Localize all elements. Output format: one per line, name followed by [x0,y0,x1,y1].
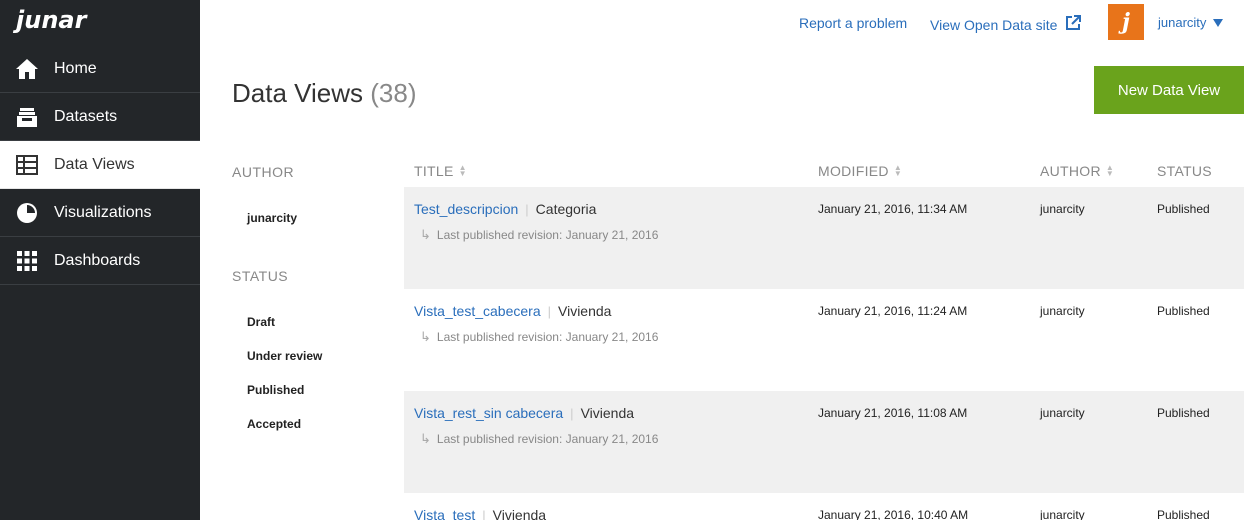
sidebar-item-label: Datasets [54,107,118,125]
sort-icon: ▲ ▼ [893,163,903,178]
sidebar-item-home[interactable]: Home [0,45,200,93]
pie-chart-icon [0,202,54,224]
revision-info: ↳ Last published revision: January 21, 2… [420,431,658,447]
sidebar-item-label: Home [54,59,97,77]
category-label: Vivienda [558,303,612,319]
page-title-text: Data Views [232,78,364,108]
data-view-title-link[interactable]: Vista_test_cabecera [414,303,541,319]
author-filter-heading: AUTHOR [232,164,295,180]
return-arrow-icon: ↳ [420,431,431,446]
status-value: Published [1157,508,1210,520]
status-filter-heading: STATUS [232,268,289,284]
column-header-label: TITLE [414,163,454,179]
external-link-icon [1065,15,1082,34]
column-header-title[interactable]: TITLE ▲ ▼ [414,163,467,179]
sidebar: junar Home Datasets Data Views Visualiza… [0,0,200,520]
table-icon [0,154,54,175]
row-title-cell: Vista_test_cabecera | Vivienda [414,303,611,319]
column-header-label: MODIFIED [818,163,889,179]
revision-text: Last published revision: January 21, 201… [436,228,659,242]
revision-info: ↳ Last published revision: January 21, 2… [420,329,658,345]
category-label: Vivienda [580,405,635,421]
status-filter-draft[interactable]: Draft [247,315,275,329]
separator: | [482,507,486,520]
data-view-title-link[interactable]: Vista_test [414,507,475,520]
item-count: (38) [370,78,417,108]
table-row: Vista_test | Vivienda January 21, 2016, … [404,493,1244,520]
return-arrow-icon: ↳ [420,227,431,242]
data-view-title-link[interactable]: Test_descripcion [414,201,518,217]
row-title-cell: Vista_rest_sin cabecera | Vivienda [414,405,634,421]
column-header-modified[interactable]: MODIFIED ▲ ▼ [818,163,902,179]
sidebar-item-dashboards[interactable]: Dashboards [0,237,200,285]
separator: | [547,303,551,319]
column-header-label: STATUS [1157,163,1212,179]
status-filter-published[interactable]: Published [247,383,304,397]
status-value: Published [1157,202,1210,216]
open-data-site-link[interactable]: View Open Data site [930,15,1082,34]
sidebar-item-data-views[interactable]: Data Views [0,141,200,189]
top-bar: Report a problem View Open Data site j j… [200,0,1250,46]
caret-down-icon [1213,15,1224,30]
table-row: Vista_test_cabecera | Vivienda ↳ Last pu… [404,289,1244,391]
column-header-status: STATUS [1157,163,1212,179]
modified-date: January 21, 2016, 11:34 AM [818,202,968,216]
status-filter-accepted[interactable]: Accepted [247,417,301,431]
table-row: Test_descripcion | Categoria ↳ Last publ… [404,187,1244,289]
revision-info: ↳ Last published revision: January 21, 2… [420,227,658,243]
inbox-tray-icon [0,106,54,128]
sort-icon: ▲ ▼ [458,163,467,178]
return-arrow-icon: ↳ [420,329,431,344]
home-icon [0,58,54,80]
sidebar-nav: Home Datasets Data Views Visualizations … [0,45,200,285]
sidebar-item-label: Visualizations [54,203,152,221]
status-value: Published [1157,406,1210,420]
modified-date: January 21, 2016, 11:08 AM [818,406,968,420]
separator: | [570,405,574,421]
sort-icon: ▲ ▼ [1105,163,1115,178]
column-header-label: AUTHOR [1040,163,1101,179]
separator: | [525,201,529,217]
author-name: junarcity [1040,406,1085,420]
logo-text: junar [16,6,87,34]
status-value: Published [1157,304,1210,318]
page-title: Data Views (38) [232,78,417,109]
user-menu[interactable]: junarcity [1158,15,1224,30]
open-data-site-label: View Open Data site [930,16,1058,33]
username: junarcity [1158,15,1207,30]
table-row: Vista_rest_sin cabecera | Vivienda ↳ Las… [404,391,1244,493]
sidebar-item-label: Dashboards [54,251,141,269]
sidebar-item-label: Data Views [54,155,135,173]
modified-date: January 21, 2016, 11:24 AM [818,304,968,318]
author-name: junarcity [1040,202,1085,216]
category-label: Categoria [535,201,597,217]
column-header-author[interactable]: AUTHOR ▲ ▼ [1040,163,1114,179]
report-problem-link[interactable]: Report a problem [799,15,907,31]
revision-text: Last published revision: January 21, 201… [436,330,659,344]
row-title-cell: Test_descripcion | Categoria [414,201,596,217]
author-name: junarcity [1040,508,1085,520]
sidebar-item-datasets[interactable]: Datasets [0,93,200,141]
grid-icon [0,250,54,271]
revision-text: Last published revision: January 21, 201… [436,432,659,446]
sidebar-item-visualizations[interactable]: Visualizations [0,189,200,237]
row-title-cell: Vista_test | Vivienda [414,507,546,520]
status-filter-under-review[interactable]: Under review [247,349,322,363]
new-data-view-button[interactable]: New Data View [1094,66,1244,114]
data-view-title-link[interactable]: Vista_rest_sin cabecera [414,405,563,421]
modified-date: January 21, 2016, 10:40 AM [818,508,969,520]
avatar[interactable]: j [1108,4,1144,40]
author-name: junarcity [1040,304,1085,318]
category-label: Vivienda [492,507,547,520]
author-filter-item[interactable]: junarcity [247,211,297,225]
junar-logo[interactable]: junar [16,4,86,44]
avatar-letter: j [1122,9,1130,35]
